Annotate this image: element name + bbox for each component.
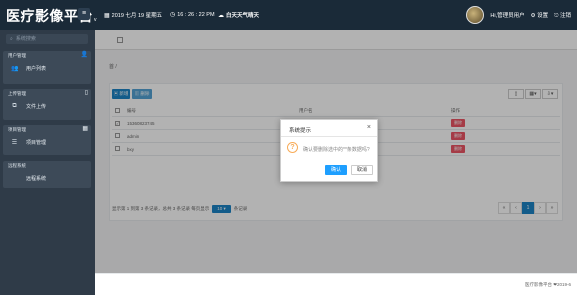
sidebar: ⌕ 系统搜索 用户管理 👤 👥 用户列表 上传管理 ▯ ⧉ 文件上传 项目管理 ▦… — [0, 30, 95, 295]
users-icon: 👥 — [11, 66, 19, 72]
close-icon[interactable]: × — [367, 124, 371, 131]
sidebar-search-input[interactable]: ⌕ 系统搜索 — [6, 34, 88, 44]
dialog-divider — [281, 136, 377, 137]
time-display: ◷ 16 : 26 : 22 PM — [170, 11, 215, 19]
cloud-icon: ☁ — [218, 12, 224, 19]
sidebar-item-project-management[interactable]: ☰ 项目管理 — [3, 135, 91, 150]
date-display: ▦ 2019 七月 19 星期五 — [104, 12, 163, 20]
sidebar-group-title: 远程系统 — [8, 163, 26, 168]
avatar[interactable] — [466, 6, 485, 24]
search-icon: ⌕ — [10, 36, 13, 42]
copy-icon: ⧉ — [12, 103, 17, 109]
footer: 医疗影像平台 ❤2019-6 — [95, 273, 577, 295]
clock-icon: ◷ — [170, 12, 176, 18]
question-icon: ? — [287, 142, 298, 153]
dialog-message: 确认要删除选中的**条数据吗? — [303, 147, 370, 153]
logout-icon: ⎋ — [554, 12, 559, 19]
sidebar-group-remote: 远程系统 远程系统 — [3, 161, 91, 188]
sidebar-group-users: 用户管理 👤 👥 用户列表 — [3, 51, 91, 84]
file-icon: ▯ — [84, 90, 88, 96]
confirm-dialog: 系统提示 × ? 确认要删除选中的**条数据吗? 确认 取消 — [280, 119, 378, 182]
weather-display: ☁ 白天天气晴天 — [218, 12, 260, 20]
top-navbar: 医疗影像平台v ≡ ▦ 2019 七月 19 星期五 ◷ 16 : 26 : 2… — [0, 0, 577, 30]
cancel-button[interactable]: 取消 — [351, 165, 373, 175]
user-icon: 👤 — [80, 52, 88, 58]
user-greeting[interactable]: Hi,管理员用户 — [490, 11, 524, 19]
logout-button[interactable]: ⎋ 注销 — [554, 11, 571, 20]
sidebar-group-title: 用户管理 👤 — [8, 52, 88, 58]
sidebar-group-project: 项目管理 ▦ ☰ 项目管理 — [3, 125, 91, 155]
list-icon: ☰ — [11, 140, 18, 146]
settings-button[interactable]: ⚙ 设置 — [531, 11, 548, 19]
sidebar-item-user-list[interactable]: 👥 用户列表 — [3, 61, 91, 76]
confirm-button[interactable]: 确认 — [325, 165, 347, 175]
sidebar-item-remote-system[interactable]: 远程系统 — [3, 171, 91, 186]
footer-text: 医疗影像平台 ❤2019-6 — [524, 282, 571, 287]
dialog-title: 系统提示 — [289, 128, 312, 134]
gear-icon: ⚙ — [530, 13, 536, 19]
menu-toggle-button[interactable]: ≡ — [78, 8, 90, 20]
sidebar-group-upload: 上传管理 ▯ ⧉ 文件上传 — [3, 89, 91, 120]
grid-icon: ▦ — [82, 126, 88, 132]
sidebar-group-title: 上传管理 ▯ — [8, 90, 88, 96]
user-area: Hi,管理员用户 ⚙ 设置 ⎋ 注销 — [466, 5, 571, 25]
sidebar-group-title: 项目管理 ▦ — [8, 126, 88, 132]
sidebar-item-file-upload[interactable]: ⧉ 文件上传 — [3, 99, 91, 114]
calendar-icon: ▦ — [104, 12, 110, 19]
